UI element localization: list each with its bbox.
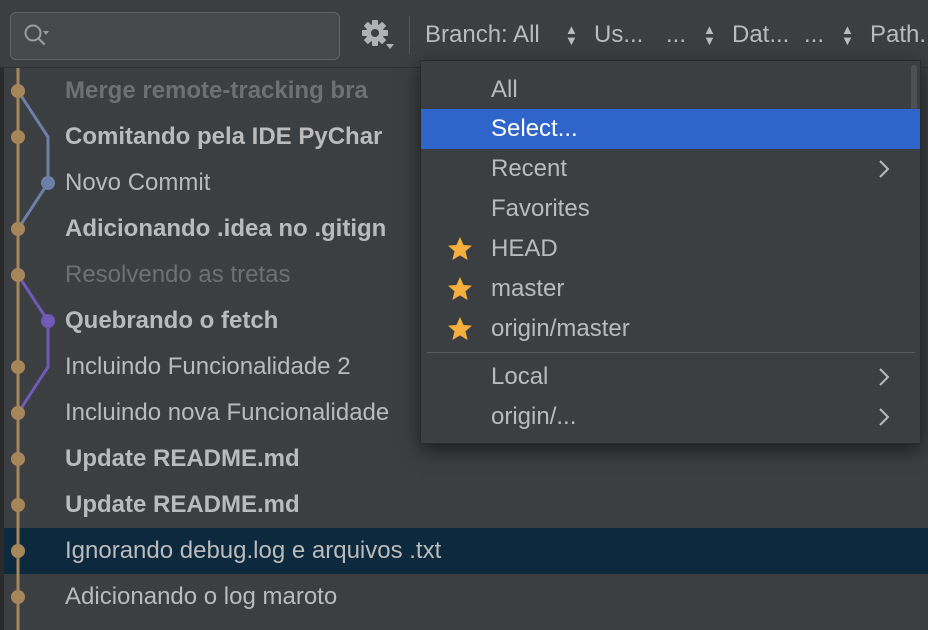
commit-message: Merge remote-tracking bra bbox=[65, 77, 368, 104]
commit-message: Update README.md bbox=[65, 445, 300, 472]
chevron-right-icon bbox=[879, 408, 890, 426]
menu-item-master[interactable]: master bbox=[421, 269, 920, 309]
commit-node bbox=[11, 498, 25, 512]
commit-node bbox=[11, 360, 25, 374]
search-icon bbox=[24, 24, 49, 46]
commit-message: Ignorando debug.log e arquivos .txt bbox=[65, 537, 442, 564]
star-icon bbox=[448, 237, 472, 260]
user-filter[interactable]: Us... bbox=[594, 20, 643, 50]
commit-row-selected[interactable]: Ignorando debug.log e arquivos .txt bbox=[4, 528, 928, 574]
menu-item-favorites[interactable]: Favorites bbox=[421, 189, 920, 229]
commit-message: Comitando pela IDE PyChar bbox=[65, 123, 383, 150]
toolbar-separator bbox=[409, 16, 410, 54]
commit-node bbox=[11, 84, 25, 98]
menu-separator bbox=[427, 352, 915, 353]
commit-message: Quebrando o fetch bbox=[65, 307, 279, 334]
gear-icon[interactable] bbox=[360, 20, 394, 50]
commit-message: Incluindo Funcionalidade 2 bbox=[65, 353, 351, 380]
menu-item-label: Recent bbox=[491, 155, 568, 182]
chevron-right-icon bbox=[879, 368, 890, 386]
menu-item-label: Select... bbox=[491, 115, 578, 142]
menu-item-all[interactable]: All bbox=[421, 70, 920, 110]
commit-row[interactable]: Adicionando o log maroto bbox=[4, 574, 928, 620]
star-icon bbox=[448, 317, 472, 340]
commit-message: Novo Commit bbox=[65, 169, 211, 196]
menu-item-head[interactable]: HEAD bbox=[421, 229, 920, 269]
commit-graph bbox=[11, 68, 55, 630]
commit-message: Update README.md bbox=[65, 491, 300, 518]
path-filter[interactable]: Path... bbox=[870, 20, 928, 50]
menu-item-local[interactable]: Local bbox=[421, 357, 920, 397]
commit-node bbox=[11, 452, 25, 466]
menu-item-label: origin/... bbox=[491, 403, 577, 430]
toolbar: Branch: All▲ Us... ... Dat... ... Path..… bbox=[0, 0, 928, 68]
commit-message: Resolvendo as tretas bbox=[65, 261, 291, 288]
branch-filter-dropdown: All Select... Recent Favorites HEAD mast… bbox=[420, 60, 921, 444]
menu-item-recent[interactable]: Recent bbox=[421, 149, 920, 189]
commit-message: Adicionando o log maroto bbox=[65, 583, 338, 610]
commit-message: Incluindo nova Funcionalidade bbox=[65, 399, 390, 426]
menu-item-origin-master[interactable]: origin/master bbox=[421, 309, 920, 349]
user-filter-ellipsis[interactable]: ... bbox=[666, 20, 686, 50]
updown-arrow-icon: ▲ ▼ bbox=[841, 22, 854, 48]
menu-item-label: Favorites bbox=[491, 195, 590, 222]
commit-node bbox=[11, 268, 25, 282]
commit-node bbox=[11, 590, 25, 604]
menu-item-label: origin/master bbox=[491, 315, 630, 342]
date-filter[interactable]: Dat... bbox=[732, 20, 789, 50]
path-filter-label: Path... bbox=[870, 21, 928, 48]
menu-item-label: All bbox=[491, 76, 518, 103]
branch-filter[interactable]: Branch: All▲ bbox=[425, 20, 540, 50]
commit-node bbox=[11, 130, 25, 144]
search-input[interactable] bbox=[10, 12, 340, 60]
menu-item-label: HEAD bbox=[491, 235, 558, 262]
menu-item-origin[interactable]: origin/... bbox=[421, 397, 920, 437]
commit-node bbox=[11, 222, 25, 236]
updown-arrow-icon: ▲ ▼ bbox=[703, 22, 716, 48]
menu-item-label: Local bbox=[491, 363, 549, 390]
commit-row[interactable]: Update README.md bbox=[4, 482, 928, 528]
commit-node bbox=[11, 406, 25, 420]
date-filter-label: Dat... bbox=[732, 21, 790, 48]
chevron-right-icon bbox=[879, 160, 890, 178]
star-icon bbox=[448, 277, 472, 300]
menu-item-select[interactable]: Select... bbox=[421, 109, 920, 149]
commit-node bbox=[11, 544, 25, 558]
branch-filter-label: Branch: All bbox=[425, 21, 540, 48]
commit-message: Adicionando .idea no .gitign bbox=[65, 215, 387, 242]
commit-node bbox=[41, 176, 55, 190]
user-filter-label: Us... bbox=[594, 21, 644, 48]
commit-node bbox=[41, 314, 55, 328]
menu-item-label: master bbox=[491, 275, 565, 302]
updown-arrow-icon: ▲ ▼ bbox=[565, 22, 578, 48]
date-filter-ellipsis[interactable]: ... bbox=[804, 20, 824, 50]
